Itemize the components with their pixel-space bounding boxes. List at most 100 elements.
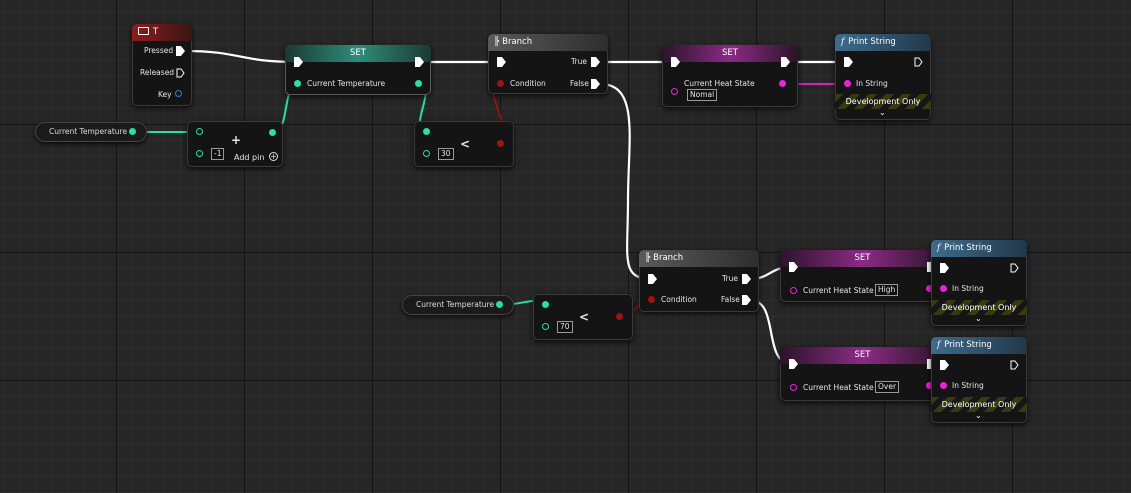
print-string-node[interactable]: f Print String In String Development Only… [931, 240, 1027, 326]
add-output-pin[interactable] [269, 129, 276, 136]
less-value-field[interactable]: 30 [438, 148, 454, 160]
add-pin-plus-icon[interactable]: + [269, 152, 278, 161]
branch-header[interactable]: ╠ Branch [488, 34, 608, 51]
set-value-field[interactable]: Over [875, 381, 900, 393]
print-in-string-pin[interactable] [844, 80, 851, 87]
add-node[interactable]: -1 + Add pin + [187, 121, 283, 167]
set-value-in-pin[interactable] [790, 287, 797, 294]
set-heat-state-node[interactable]: SET Current Heat State Over [780, 347, 945, 401]
add-input-b-pin[interactable] [196, 150, 203, 157]
released-exec-pin[interactable] [176, 68, 185, 78]
pressed-exec-pin[interactable] [176, 46, 185, 56]
print-in-string-label: In String [952, 381, 984, 390]
set-header[interactable]: SET [662, 45, 798, 62]
branch-icon: ╠ [645, 253, 651, 263]
set-var-label: Current Heat State [803, 383, 874, 392]
output-pin[interactable] [496, 301, 503, 308]
less-input-a-pin[interactable] [423, 128, 430, 135]
set-header[interactable]: SET [285, 45, 431, 62]
expand-chevron-icon[interactable]: ⌄ [975, 411, 982, 420]
output-pin[interactable] [129, 128, 136, 135]
exec-wire [184, 49, 297, 64]
print-exec-in-pin[interactable] [844, 57, 853, 67]
expand-chevron-icon[interactable]: ⌄ [975, 314, 982, 323]
branch-condition-pin[interactable] [497, 80, 504, 87]
less-operator: < [460, 137, 471, 151]
set-value-in-pin[interactable] [671, 88, 678, 95]
print-string-node[interactable]: f Print String In String Development Only… [931, 337, 1027, 423]
branch-title: Branch [653, 253, 684, 263]
print-exec-out-pin[interactable] [1010, 360, 1019, 370]
key-pin[interactable] [175, 90, 182, 97]
branch-condition-label: Condition [661, 295, 697, 304]
get-current-temperature-node[interactable]: Current Temperature [35, 122, 147, 142]
less-output-pin[interactable] [616, 313, 623, 320]
function-icon: f [841, 37, 845, 47]
print-string-header[interactable]: f Print String [931, 337, 1027, 354]
add-operator: + [231, 133, 242, 147]
set-heat-state-node[interactable]: SET Current Heat State High [780, 250, 945, 302]
print-string-title: Print String [944, 340, 992, 350]
set-value-out-pin[interactable] [415, 80, 422, 87]
less-input-a-pin[interactable] [542, 301, 549, 308]
pressed-label: Pressed [144, 46, 174, 55]
branch-false-pin[interactable] [591, 79, 600, 89]
released-label: Released [140, 68, 175, 77]
print-string-title: Print String [944, 243, 992, 253]
expand-chevron-icon[interactable]: ⌄ [879, 108, 886, 117]
print-exec-out-pin[interactable] [1010, 263, 1019, 273]
set-value-in-pin[interactable] [790, 384, 797, 391]
event-t-header[interactable]: T [132, 24, 192, 41]
set-var-label: Current Temperature [307, 79, 386, 88]
less-input-b-pin[interactable] [542, 323, 549, 330]
print-exec-out-pin[interactable] [914, 57, 923, 67]
add-input-a-pin[interactable] [196, 128, 203, 135]
branch-exec-in-pin[interactable] [497, 57, 506, 67]
print-string-header[interactable]: f Print String [835, 34, 931, 51]
set-value-out-pin[interactable] [779, 80, 786, 87]
function-icon: f [937, 340, 941, 350]
function-icon: f [937, 243, 941, 253]
print-in-string-label: In String [952, 284, 984, 293]
add-value-field[interactable]: -1 [211, 148, 225, 160]
set-current-temperature-node[interactable]: SET Current Temperature [285, 45, 431, 95]
branch-true-pin[interactable] [591, 57, 600, 67]
set-header[interactable]: SET [780, 347, 945, 364]
less-than-node[interactable]: 70 < [533, 294, 633, 340]
branch-node[interactable]: ╠ Branch True Condition False [639, 250, 759, 312]
get-current-temperature-node[interactable]: Current Temperature [402, 295, 514, 315]
branch-exec-in-pin[interactable] [648, 274, 657, 284]
print-exec-in-pin[interactable] [940, 263, 949, 273]
branch-node[interactable]: ╠ Branch True Condition False [488, 34, 608, 94]
print-exec-in-pin[interactable] [940, 360, 949, 370]
set-heat-state-node[interactable]: SET Current Heat State Nomal [662, 45, 798, 107]
less-input-b-pin[interactable] [423, 150, 430, 157]
less-than-node[interactable]: 30 < [414, 121, 514, 167]
less-value-field[interactable]: 70 [557, 321, 573, 333]
branch-title: Branch [502, 37, 533, 47]
event-t-node[interactable]: T Pressed Released Key [132, 24, 192, 106]
development-only-bar: Development Only [835, 94, 931, 109]
print-in-string-pin[interactable] [940, 285, 947, 292]
set-value-in-pin[interactable] [294, 80, 301, 87]
print-string-header[interactable]: f Print String [931, 240, 1027, 257]
key-label: Key [158, 90, 172, 99]
branch-header[interactable]: ╠ Branch [639, 250, 759, 267]
branch-false-pin[interactable] [742, 295, 751, 305]
branch-true-label: True [571, 57, 587, 66]
set-header[interactable]: SET [780, 250, 945, 267]
less-operator: < [579, 310, 590, 324]
var-label: Current Temperature [49, 127, 128, 136]
branch-condition-pin[interactable] [648, 296, 655, 303]
set-var-label: Current Heat State [803, 286, 874, 295]
branch-true-pin[interactable] [742, 274, 751, 284]
branch-true-label: True [722, 274, 738, 283]
set-value-field[interactable]: High [875, 284, 899, 296]
print-in-string-pin[interactable] [940, 382, 947, 389]
event-t-title: T [153, 27, 159, 37]
print-string-node[interactable]: f Print String In String Development Only… [835, 34, 931, 120]
print-in-string-label: In String [856, 79, 888, 88]
set-value-field[interactable]: Nomal [687, 89, 718, 101]
add-pin-label[interactable]: Add pin [234, 153, 264, 162]
less-output-pin[interactable] [497, 140, 504, 147]
